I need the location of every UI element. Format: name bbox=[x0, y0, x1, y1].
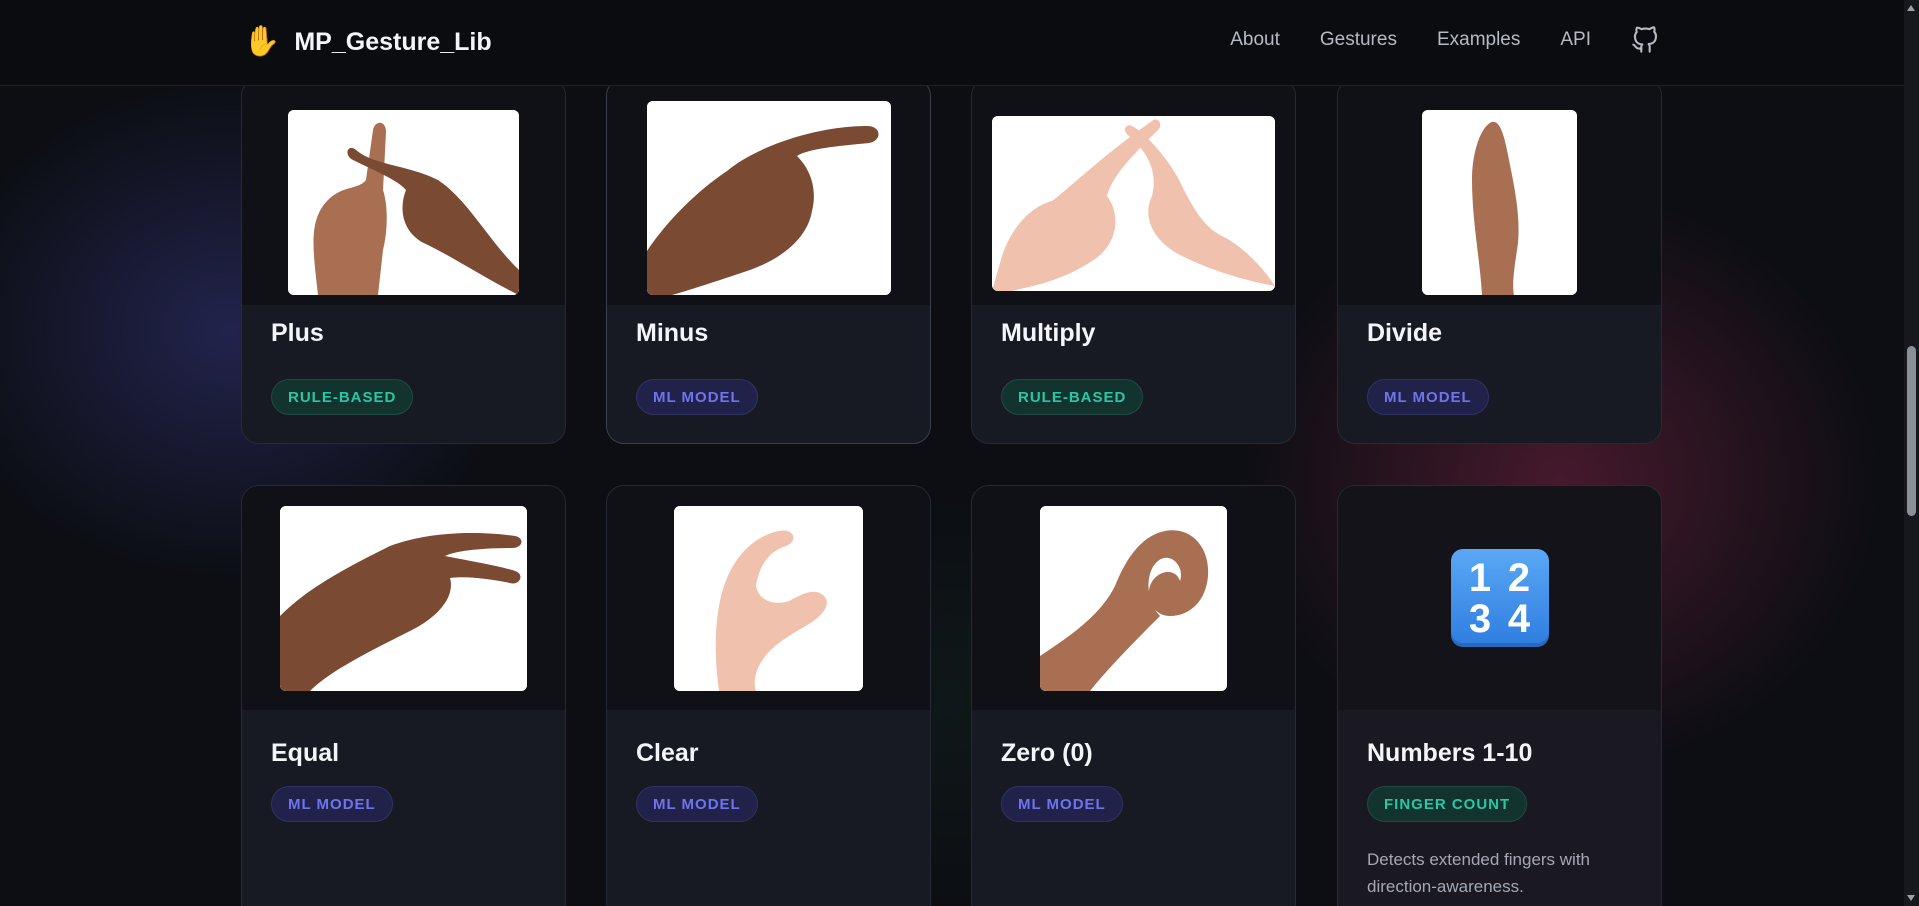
scroll-up-arrow-icon[interactable] bbox=[1907, 5, 1915, 11]
brand-name: MP_Gesture_Lib bbox=[294, 27, 492, 56]
scroll-down-arrow-icon[interactable] bbox=[1907, 895, 1915, 901]
equal-gesture-image bbox=[280, 505, 527, 691]
card-title: Divide bbox=[1367, 319, 1443, 347]
method-badge: ML MODEL bbox=[271, 786, 393, 822]
digit: 4 bbox=[1507, 596, 1531, 641]
digit: 3 bbox=[1468, 596, 1492, 641]
raised-hand-icon: ✋ bbox=[243, 25, 281, 58]
method-badge: FINGER COUNT bbox=[1367, 786, 1528, 822]
numbers-1234-icon: 1 2 3 4 bbox=[1450, 549, 1549, 647]
gesture-card-equal[interactable]: Equal ML MODEL bbox=[241, 485, 566, 906]
card-title: Minus bbox=[636, 319, 709, 347]
gesture-card-zero[interactable]: Zero (0) ML MODEL bbox=[971, 485, 1296, 906]
nav-link-examples[interactable]: Examples bbox=[1437, 29, 1520, 51]
card-media: 1 2 3 4 bbox=[1338, 486, 1661, 710]
card-media bbox=[607, 486, 930, 710]
gesture-card-multiply[interactable]: Multiply RULE-BASED bbox=[971, 78, 1296, 444]
gesture-card-minus[interactable]: Minus ML MODEL bbox=[606, 78, 931, 444]
divide-gesture-image bbox=[1422, 109, 1577, 295]
nav-link-gestures[interactable]: Gestures bbox=[1320, 29, 1397, 51]
method-badge: ML MODEL bbox=[1367, 379, 1489, 415]
card-media bbox=[972, 79, 1295, 305]
card-media bbox=[607, 79, 930, 305]
method-badge: RULE-BASED bbox=[271, 379, 414, 415]
card-media bbox=[242, 486, 565, 710]
card-media bbox=[1338, 79, 1661, 305]
gesture-card-plus[interactable]: Plus RULE-BASED bbox=[241, 78, 566, 444]
top-navbar: ✋ MP_Gesture_Lib About Gestures Examples… bbox=[0, 0, 1904, 86]
gesture-card-divide[interactable]: Divide ML MODEL bbox=[1337, 78, 1662, 444]
method-badge: ML MODEL bbox=[636, 379, 758, 415]
card-title: Multiply bbox=[1001, 319, 1096, 347]
method-badge: ML MODEL bbox=[1001, 786, 1123, 822]
zero-gesture-image bbox=[1040, 505, 1227, 691]
plus-gesture-image bbox=[288, 109, 519, 295]
github-icon[interactable] bbox=[1631, 26, 1659, 54]
card-title: Plus bbox=[271, 319, 324, 347]
clear-gesture-image bbox=[674, 505, 863, 691]
method-badge: ML MODEL bbox=[636, 786, 758, 822]
nav-link-api[interactable]: API bbox=[1560, 29, 1591, 51]
method-badge: RULE-BASED bbox=[1001, 379, 1144, 415]
card-title: Equal bbox=[271, 739, 340, 767]
card-title: Numbers 1-10 bbox=[1367, 739, 1533, 767]
gesture-card-numbers[interactable]: 1 2 3 4 Numbers 1-10 FINGER COUNT Detect… bbox=[1337, 485, 1662, 906]
main-nav: About Gestures Examples API bbox=[1230, 26, 1659, 54]
scrollbar-thumb[interactable] bbox=[1907, 346, 1916, 516]
page-scrollbar[interactable] bbox=[1904, 0, 1919, 906]
multiply-gesture-image bbox=[992, 115, 1275, 291]
card-description: Detects extended fingers with direction-… bbox=[1367, 850, 1591, 896]
brand[interactable]: ✋ MP_Gesture_Lib bbox=[243, 22, 492, 62]
nav-link-about[interactable]: About bbox=[1230, 29, 1280, 51]
digit: 1 bbox=[1468, 555, 1492, 600]
minus-gesture-image bbox=[646, 101, 891, 295]
card-media bbox=[972, 486, 1295, 710]
card-title: Clear bbox=[636, 739, 699, 767]
card-title: Zero (0) bbox=[1001, 739, 1093, 767]
gesture-card-clear[interactable]: Clear ML MODEL bbox=[606, 485, 931, 906]
card-media bbox=[242, 79, 565, 305]
digit: 2 bbox=[1507, 555, 1531, 600]
